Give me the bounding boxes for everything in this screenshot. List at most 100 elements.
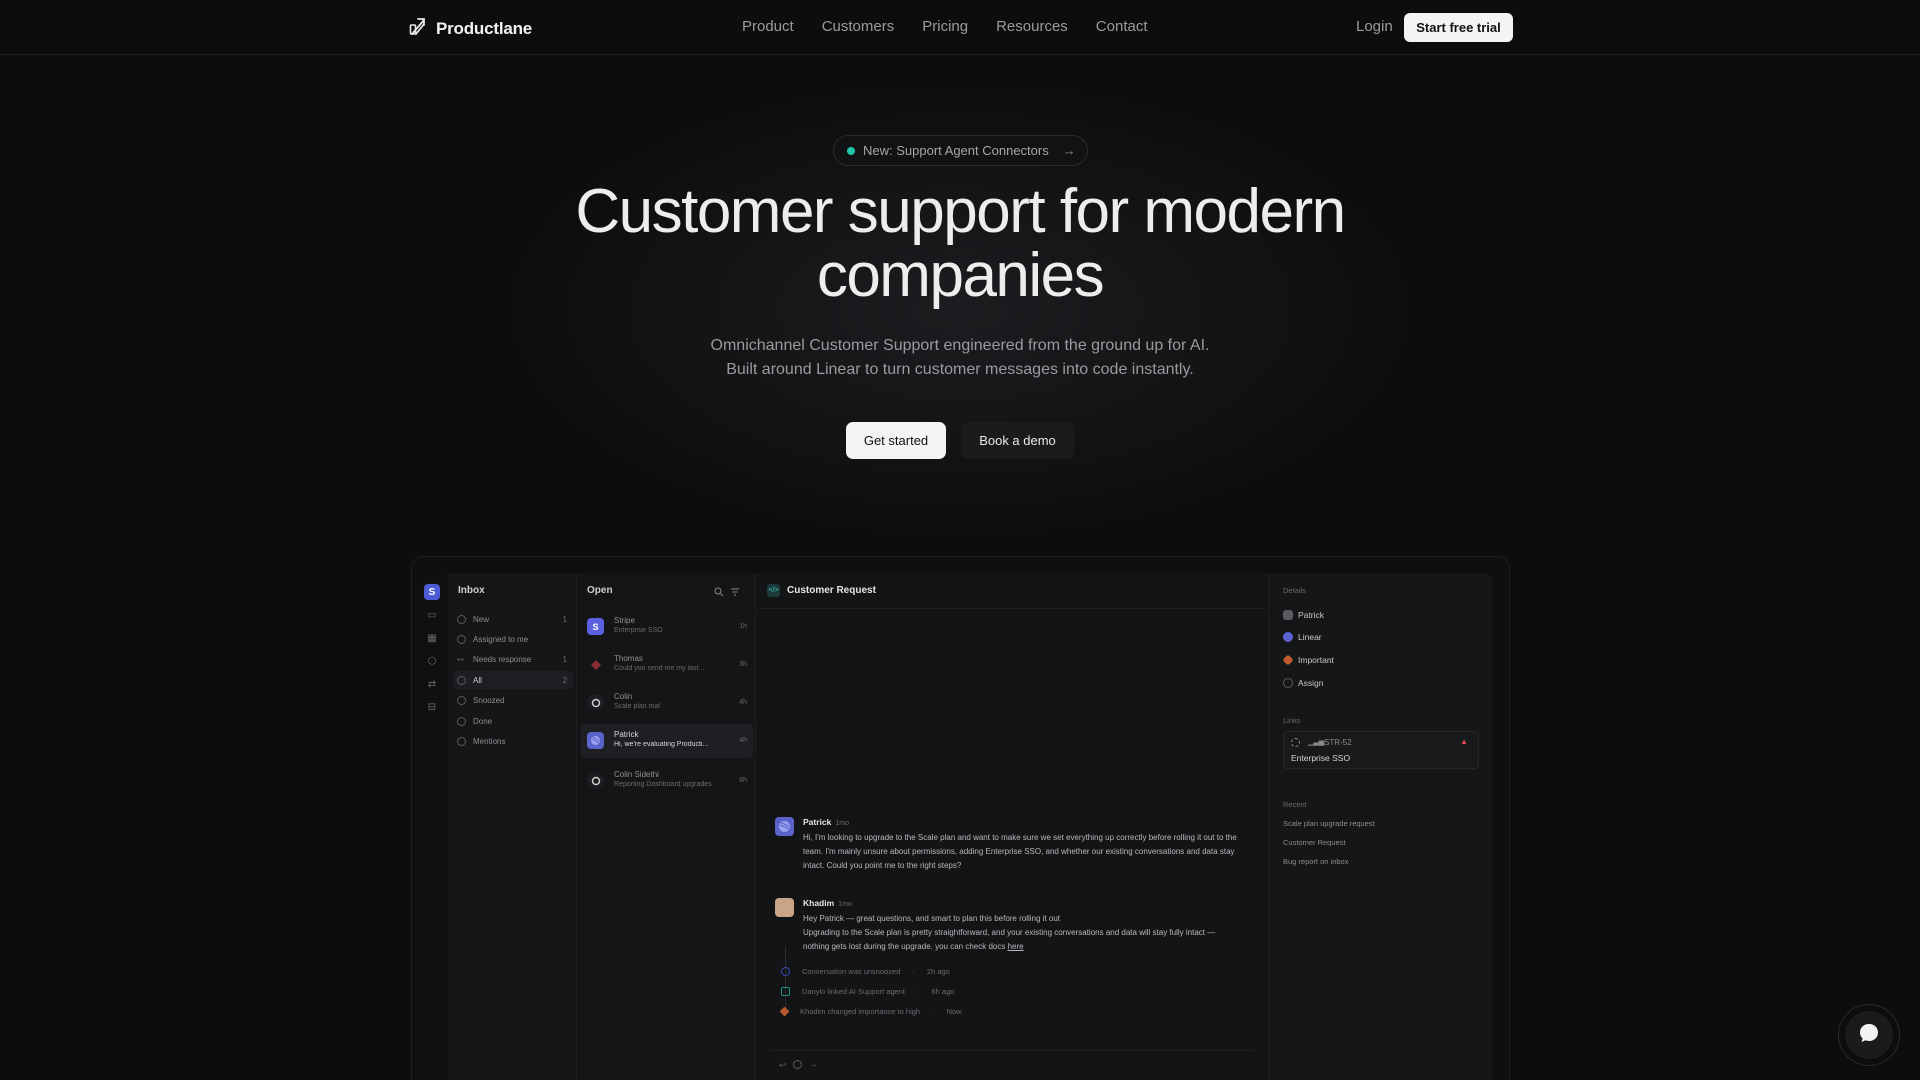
- reply-icon: ↤: [457, 654, 464, 664]
- nav-link-resources[interactable]: Resources: [996, 18, 1068, 35]
- nav-link-contact[interactable]: Contact: [1096, 18, 1148, 35]
- announcement-badge[interactable]: New: Support Agent Connectors →: [833, 135, 1088, 166]
- top-nav: Productlane Product Customers Pricing Re…: [0, 0, 1920, 55]
- filter-icon[interactable]: [730, 584, 740, 602]
- inbox-rail-icon: ▭: [427, 609, 437, 621]
- detail-importance[interactable]: Important: [1282, 654, 1334, 666]
- nav-links: Product Customers Pricing Resources Cont…: [742, 18, 1148, 35]
- alert-icon: ▲: [1460, 737, 1468, 746]
- inbox-column: Inbox New 1 Assigned to me ↤ Needs respons…: [449, 573, 577, 1080]
- check-icon: [457, 716, 466, 726]
- cube-rail-icon: ⬡: [427, 655, 437, 667]
- hero-subtitle: Omnichannel Customer Support engineered …: [560, 334, 1360, 382]
- inbox-item-done[interactable]: Done: [453, 712, 573, 730]
- detail-assign[interactable]: Assign: [1283, 678, 1324, 688]
- inbox-item-all[interactable]: All 2: [453, 671, 573, 689]
- recent-item[interactable]: Bug report on inbox: [1283, 857, 1348, 866]
- inbox-item-snoozed[interactable]: Snoozed: [453, 691, 573, 709]
- timeline-event: Conversation was unsnoozed · 2h ago: [781, 967, 950, 976]
- forward-icon[interactable]: →: [809, 1059, 818, 1069]
- details-panel: Details Patrick Linear Important Assign …: [1268, 573, 1492, 1080]
- brand-logo[interactable]: Productlane: [409, 16, 532, 41]
- issue-title: Enterprise SSO: [1291, 753, 1351, 763]
- workspace-badge: S: [424, 584, 440, 600]
- headline-line-1: Customer support for modern: [575, 177, 1346, 246]
- agent-icon: [781, 987, 790, 996]
- conversation-panel: </> Customer Request Patrick 1mo Hi, I'm …: [757, 573, 1267, 1080]
- chat-launcher-button[interactable]: [1838, 1004, 1900, 1066]
- unsnooze-icon: [781, 967, 790, 976]
- user-icon: [457, 634, 466, 644]
- user-icon: [1283, 610, 1293, 620]
- conversation-header: </> Customer Request: [757, 573, 1267, 609]
- avatar: [587, 656, 604, 673]
- avatar: S: [587, 618, 604, 635]
- avatar: [775, 817, 794, 836]
- circle-icon: [457, 675, 466, 685]
- conversation-stripe[interactable]: S Stripe Enterprise SSO 1h: [581, 610, 753, 644]
- search-icon[interactable]: [714, 584, 724, 602]
- circle-icon: [457, 614, 466, 624]
- assign-icon: [1283, 678, 1293, 688]
- conversation-thomas[interactable]: Thomas Could you send me my last... 3h: [581, 648, 753, 682]
- reply-composer[interactable]: ↩ →: [769, 1050, 1255, 1080]
- brand-name: Productlane: [436, 18, 533, 38]
- detail-customer[interactable]: Patrick: [1283, 610, 1324, 620]
- docs-link[interactable]: here: [1008, 942, 1024, 951]
- emoji-icon[interactable]: [793, 1060, 802, 1069]
- status-icon: [1291, 738, 1300, 747]
- archive-rail-icon: ⊟: [427, 701, 437, 713]
- issue-id: STR-52: [1324, 738, 1352, 747]
- linear-icon: [1283, 632, 1293, 642]
- importance-icon: [1282, 654, 1294, 666]
- grid-rail-icon: ▦: [427, 632, 437, 644]
- reply-icon[interactable]: ↩: [779, 1060, 787, 1071]
- productlane-logo-icon: [409, 16, 427, 41]
- recent-item[interactable]: Customer Request: [1283, 838, 1346, 847]
- recent-label: Recent: [1283, 800, 1307, 809]
- arrow-right-icon: →: [1062, 143, 1076, 158]
- avatar: [587, 772, 604, 789]
- start-free-trial-button[interactable]: Start free trial: [1404, 13, 1513, 42]
- app-preview: S ▭ ▦ ⬡ ⇄ ⊟ Inbox New 1 Assigned to me ↤ N…: [420, 573, 1492, 1080]
- open-column: Open S Stripe Enterprise SSO 1h Thomas C…: [578, 573, 756, 1080]
- conversation-patrick[interactable]: Patrick Hi, we're evaluating Producti...…: [581, 724, 753, 758]
- get-started-button[interactable]: Get started: [846, 422, 946, 459]
- nav-link-customers[interactable]: Customers: [822, 18, 895, 35]
- login-link[interactable]: Login: [1356, 18, 1393, 35]
- at-icon: [457, 736, 466, 746]
- inbox-item-mentions[interactable]: Mentions: [453, 732, 573, 750]
- book-demo-button[interactable]: Book a demo: [961, 422, 1074, 459]
- badge-text: New: Support Agent Connectors: [863, 143, 1049, 158]
- priority-icon: ▁▃▅: [1308, 739, 1325, 746]
- swap-rail-icon: ⇄: [427, 678, 437, 690]
- chat-bubble-icon: [1858, 1022, 1880, 1049]
- hero-headline: Customer support for modern companies: [460, 180, 1460, 308]
- chat-launcher-inner: [1845, 1011, 1893, 1059]
- inbox-title: Inbox: [458, 585, 485, 596]
- message-body: Hi, I'm looking to upgrade to the Scale …: [803, 833, 1237, 870]
- importance-icon: [779, 1006, 790, 1017]
- nav-link-product[interactable]: Product: [742, 18, 794, 35]
- inbox-item-new[interactable]: New 1: [453, 610, 573, 628]
- avatar: [775, 898, 794, 917]
- message-author: Khadim 1mo: [803, 898, 852, 908]
- inbox-item-needs-response[interactable]: ↤ Needs response 1: [453, 650, 573, 668]
- headline-line-2: companies: [816, 241, 1105, 310]
- timeline-event: Danylo linked AI Support agent · 6h ago: [781, 987, 954, 996]
- conversation-colin-sidethi[interactable]: Colin Sidethi Reporting Dashboard upgrad…: [581, 764, 753, 798]
- open-title: Open: [587, 585, 613, 596]
- linked-issue-card[interactable]: ▁▃▅ STR-52 ▲ Enterprise SSO: [1283, 731, 1479, 769]
- nav-link-pricing[interactable]: Pricing: [922, 18, 968, 35]
- subtitle-line-1: Omnichannel Customer Support engineered …: [710, 337, 1210, 354]
- message-body: Hey Patrick — great questions, and smart…: [803, 914, 1216, 951]
- code-icon: </>: [767, 584, 780, 597]
- status-dot-icon: [847, 146, 855, 155]
- recent-item[interactable]: Scale plan upgrade request: [1283, 819, 1375, 828]
- conversation-colin[interactable]: Colin Scale plan trial 4h: [581, 686, 753, 720]
- avatar: [587, 694, 604, 711]
- detail-linear[interactable]: Linear: [1283, 632, 1322, 642]
- avatar: [587, 732, 604, 749]
- subtitle-line-2: Built around Linear to turn customer mes…: [726, 361, 1194, 378]
- inbox-item-assigned[interactable]: Assigned to me: [453, 630, 573, 648]
